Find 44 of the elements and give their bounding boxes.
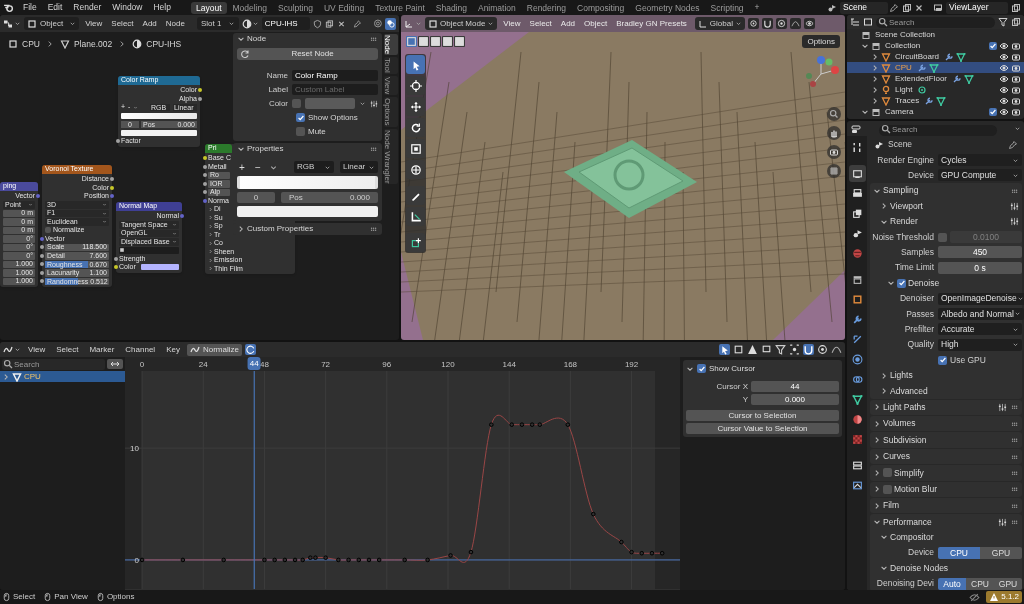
property-label: Time Limit bbox=[894, 261, 934, 275]
field-label: Cursor X bbox=[715, 380, 748, 393]
status-hint: Pan View bbox=[54, 591, 88, 603]
status-hint: Select bbox=[13, 591, 36, 603]
breadcrumb-item: CPU-IHS bbox=[146, 38, 182, 51]
axis-tick-label: 144 bbox=[502, 360, 516, 369]
field-label: Label bbox=[267, 83, 288, 96]
field-label: Y bbox=[741, 393, 748, 406]
axis-tick-label: 10 bbox=[130, 444, 139, 454]
axis-tick-label: 0 bbox=[134, 555, 139, 565]
field-label: Pos bbox=[289, 191, 303, 204]
checkbox-label: Show Options bbox=[308, 111, 358, 124]
axis-tick-label: 24 bbox=[198, 360, 208, 369]
axis-tick-label: 72 bbox=[321, 360, 331, 369]
property-label: Passes bbox=[905, 307, 934, 321]
axis-tick-label: 96 bbox=[382, 360, 392, 369]
panel-title: Custom Properties bbox=[247, 223, 314, 235]
checkbox-label: Show Cursor bbox=[709, 362, 756, 375]
property-label: Denoiser bbox=[898, 292, 934, 305]
property-label: Device bbox=[907, 169, 934, 182]
breadcrumb-item: Plane.002 bbox=[73, 38, 113, 51]
status-hint: Options bbox=[106, 591, 135, 603]
axis-tick-label: 168 bbox=[563, 360, 578, 369]
axis-tick-label: 120 bbox=[441, 360, 455, 369]
field-label: Name bbox=[265, 69, 288, 82]
property-label: Denoising Devi bbox=[875, 577, 934, 590]
panel-title: Properties bbox=[247, 143, 284, 155]
axis-tick-label: 192 bbox=[624, 360, 639, 369]
checkbox-label: Mute bbox=[308, 125, 326, 138]
breadcrumb-item: CPU bbox=[22, 38, 40, 51]
field-label: Color bbox=[267, 97, 288, 110]
property-label: Prefilter bbox=[903, 323, 934, 336]
checkbox-label: Use GPU bbox=[950, 353, 986, 367]
axis-tick-label: 0 bbox=[139, 360, 145, 369]
axis-tick-label: 48 bbox=[260, 360, 269, 369]
property-label: Render Engine bbox=[876, 153, 934, 167]
property-label: Quality bbox=[906, 338, 934, 352]
property-label: Noise Threshold bbox=[871, 230, 934, 244]
version-label: 5.1.2 bbox=[1001, 591, 1019, 603]
context-label: Scene bbox=[888, 138, 913, 152]
panel-title: Node bbox=[247, 33, 267, 45]
field-value: 0.000 bbox=[349, 191, 370, 204]
property-label: Samples bbox=[899, 246, 934, 259]
property-label: Device bbox=[907, 546, 934, 560]
